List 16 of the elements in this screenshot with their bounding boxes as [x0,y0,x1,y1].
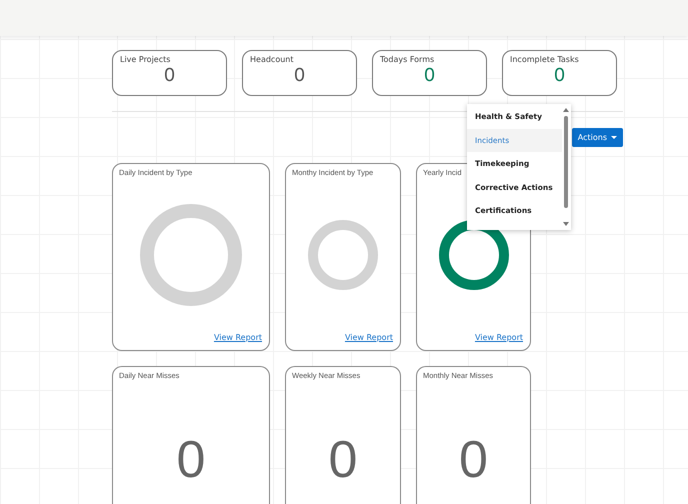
near-miss-count: 0 [459,430,488,490]
stat-label: Headcount [250,55,294,64]
view-report-link[interactable]: View Report [344,333,393,342]
stat-value: 0 [424,64,435,88]
caret-icon [611,136,617,140]
view-report-link[interactable]: View Report [214,333,262,342]
stat-value: 0 [164,64,175,88]
view-report-link[interactable]: View Report [474,333,523,342]
stat-value: 0 [294,64,305,88]
near-miss-count: 0 [176,430,206,490]
stat-label: Todays Forms [380,55,434,64]
actions-button[interactable]: Actions [572,128,623,147]
near-miss-count: 0 [328,430,358,490]
stat-value: 0 [554,64,565,88]
stat-label: Incomplete Tasks [510,55,579,64]
stat-label: Live Projects [120,55,170,64]
